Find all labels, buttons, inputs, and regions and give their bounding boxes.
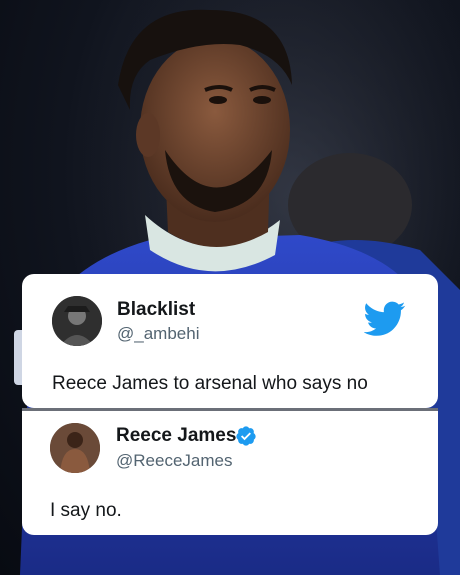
tweet-text: Reece James to arsenal who says no [52,373,368,394]
user-handle[interactable]: @_ambehi [117,324,199,344]
reply-user-handle[interactable]: @ReeceJames [116,451,232,471]
reply-card[interactable]: Reece James @ReeceJames I say no. [22,408,438,535]
reply-user-name[interactable]: Reece James [116,425,236,447]
avatar-image [52,296,102,346]
reply-text: I say no. [50,500,122,521]
verified-badge-icon [236,426,256,446]
twitter-bird-icon [364,301,406,336]
user-name[interactable]: Blacklist [117,299,195,321]
tweet-card[interactable]: Blacklist @_ambehi Reece James to arsena… [22,274,438,408]
avatar-image [50,423,100,473]
reply-user-avatar[interactable] [50,423,100,473]
user-avatar[interactable] [52,296,102,346]
